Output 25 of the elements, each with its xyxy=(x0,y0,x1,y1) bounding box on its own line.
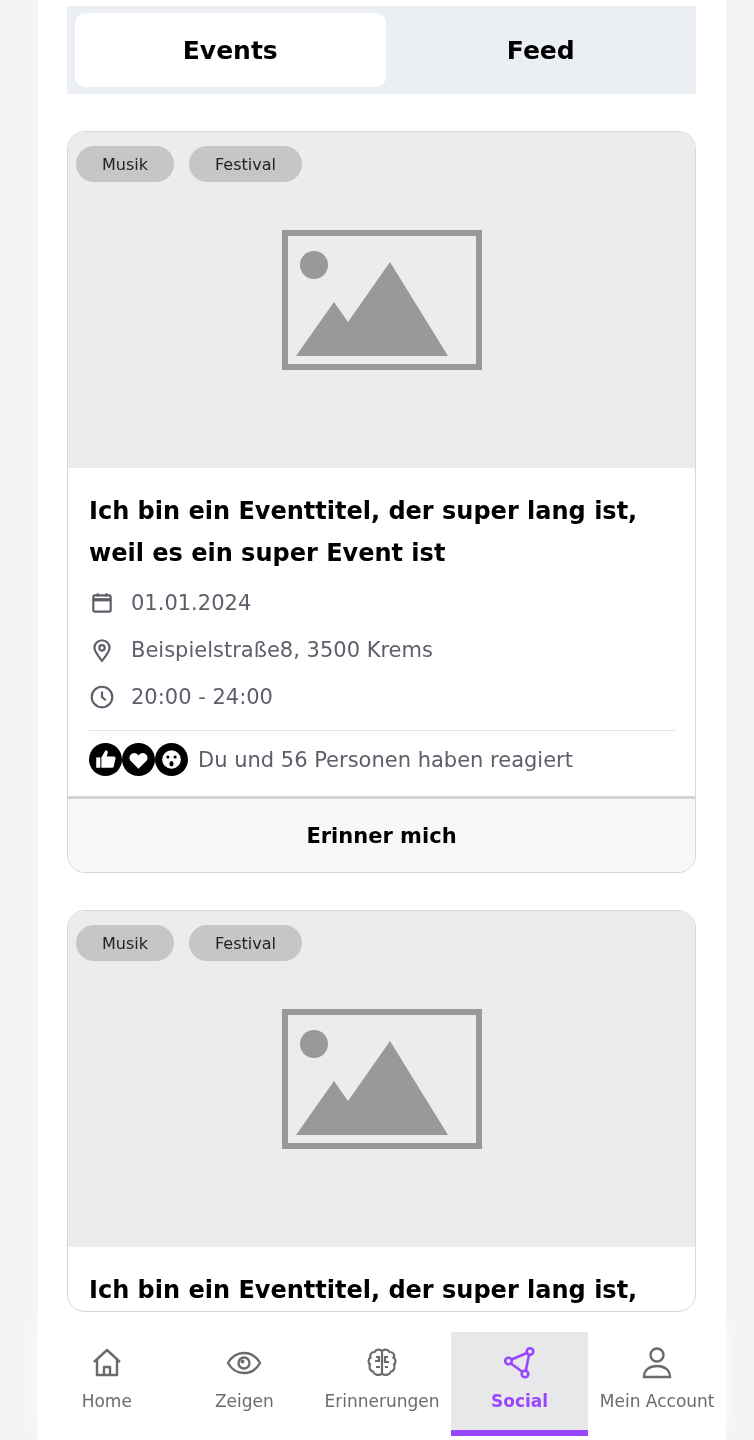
nav-item[interactable]: Zeigen xyxy=(175,1332,314,1436)
reaction-summary: Du und 56 Personen haben reagiert xyxy=(198,747,573,772)
event-detail: 20:00 - 24:00 xyxy=(131,685,273,709)
tag: Musik xyxy=(76,146,174,182)
surprised-face-icon xyxy=(155,743,188,776)
tag: Festival xyxy=(189,925,302,961)
nav-item[interactable]: Erinnerungen xyxy=(313,1332,451,1436)
event-title: Ich bin ein Eventtitel, der super lang ist, weil es ein super Event ist xyxy=(89,496,639,569)
thumbs-up-icon xyxy=(89,743,122,776)
tab[interactable]: Events xyxy=(75,13,386,87)
image-placeholder-icon xyxy=(281,1009,482,1149)
tag: Festival xyxy=(189,146,302,182)
image-placeholder-icon xyxy=(281,230,482,370)
nav-item[interactable]: Social xyxy=(450,1332,589,1436)
share-nodes-icon xyxy=(501,1345,538,1381)
event-detail: Beispielstraße8, 3500 Krems xyxy=(131,638,433,662)
calendar-icon xyxy=(89,590,115,616)
event-detail: 01.01.2024 xyxy=(131,591,252,615)
clock-icon xyxy=(89,684,115,710)
tag: Musik xyxy=(76,925,174,961)
tab[interactable]: Feed xyxy=(385,13,696,87)
nav-item[interactable]: Mein Account xyxy=(588,1332,726,1436)
nav-item[interactable]: Home xyxy=(38,1332,176,1436)
remind-button[interactable]: Erinner mich xyxy=(68,796,695,872)
event-title: Ich bin ein Eventtitel, der super lang ist, xyxy=(89,1275,639,1306)
